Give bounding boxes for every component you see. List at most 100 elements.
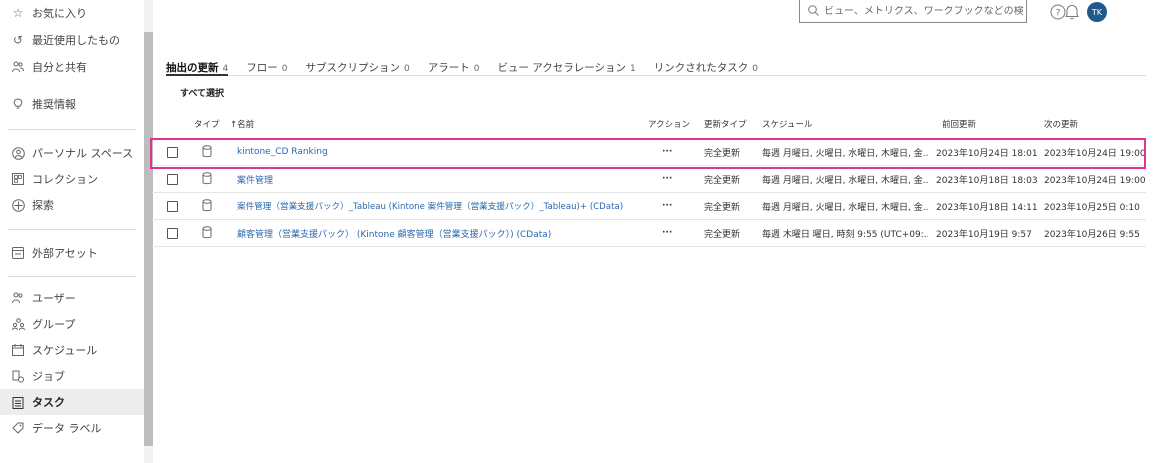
next-update: 2023年10月25日 0:10: [1044, 202, 1140, 213]
sidebar-item-recommendations[interactable]: 推奨情報: [0, 91, 144, 117]
schedule: 毎週 月曜日, 火曜日, 水曜日, 木曜日, 金...: [762, 202, 928, 213]
datasource-icon: [202, 226, 214, 240]
tab-label: 抽出の更新: [166, 62, 219, 74]
sidebar-item-groups[interactable]: グループ: [0, 311, 144, 337]
column-header-action: アクション: [648, 120, 691, 130]
column-header-last-update[interactable]: 前回更新: [942, 118, 976, 130]
tab-flows[interactable]: フロー 0: [246, 60, 287, 74]
sidebar-item-label: 自分と共有: [32, 61, 87, 74]
sidebar-item-recents[interactable]: ↺ 最近使用したもの: [0, 27, 144, 53]
sidebar-item-label: コレクション: [32, 173, 98, 186]
row-actions-menu[interactable]: ···: [662, 220, 682, 246]
row-actions-menu[interactable]: ···: [662, 193, 682, 219]
tab-subscriptions[interactable]: サブスクリプション 0: [305, 60, 409, 74]
schedule-icon: [11, 343, 25, 357]
highlight-annotation: [150, 138, 1146, 169]
explore-icon: [11, 198, 25, 212]
row-actions-menu[interactable]: ···: [662, 166, 682, 192]
schedule: 毎週 木曜日 曜日, 時刻 9:55 (UTC+09:...: [762, 229, 928, 240]
tab-label: アラート: [427, 62, 470, 74]
column-header-name[interactable]: ↑名前: [230, 118, 254, 130]
sidebar-item-schedules[interactable]: スケジュール: [0, 337, 144, 363]
search-input[interactable]: [824, 5, 1024, 17]
sidebar-item-label: データ ラベル: [32, 422, 102, 435]
tab-label: リンクされたタスク: [653, 62, 749, 74]
notification-bell-icon[interactable]: [1062, 2, 1082, 22]
tab-count: 1: [630, 64, 636, 74]
sidebar-item-explore[interactable]: 探索: [0, 192, 144, 218]
column-header-next-update[interactable]: 次の更新: [1044, 118, 1078, 130]
tabs-divider: [166, 75, 1146, 76]
tab-linked-tasks[interactable]: リンクされたタスク 0: [654, 60, 758, 74]
tab-count: 0: [281, 64, 288, 74]
personal-space-icon: [11, 146, 25, 160]
task-name-link[interactable]: 案件管理: [237, 166, 637, 192]
sidebar-item-label: タスク: [32, 396, 65, 409]
sidebar-item-jobs[interactable]: ジョブ: [0, 363, 144, 389]
column-header-schedule[interactable]: スケジュール: [762, 118, 812, 130]
collection-icon: [11, 172, 25, 186]
sidebar-divider: [8, 229, 136, 230]
table-row: 案件管理 ··· 完全更新 毎週 月曜日, 火曜日, 水曜日, 木曜日, 金..…: [152, 166, 1146, 193]
tab-alerts[interactable]: アラート 0: [428, 60, 480, 74]
task-name-link[interactable]: 顧客管理（営業支援パック） (Kintone 顧客管理（営業支援パック）) (C…: [237, 220, 657, 246]
update-type: 完全更新: [704, 175, 741, 186]
sidebar-item-label: ユーザー: [32, 292, 76, 305]
sidebar-divider: [8, 276, 136, 277]
sidebar-item-personal-space[interactable]: パーソナル スペース: [0, 140, 144, 166]
search-icon: [808, 5, 820, 17]
tab-extract-refresh[interactable]: 抽出の更新 4: [166, 60, 228, 74]
sidebar-item-external-assets[interactable]: 外部アセット: [0, 240, 144, 266]
table-row: 案件管理（営業支援パック）_Tableau (Kintone 案件管理（営業支援…: [152, 193, 1146, 220]
tab-count: 0: [752, 64, 759, 74]
sidebar-item-data-labels[interactable]: データ ラベル: [0, 415, 144, 441]
next-update: 2023年10月24日 19:00: [1044, 175, 1146, 186]
table-row: 顧客管理（営業支援パック） (Kintone 顧客管理（営業支援パック）) (C…: [152, 220, 1146, 247]
last-update: 2023年10月19日 9:57: [936, 229, 1032, 240]
sidebar-item-favorites[interactable]: ☆ お気に入り: [0, 0, 144, 26]
sidebar-item-label: お気に入り: [32, 7, 87, 20]
group-icon: [11, 317, 25, 331]
tab-label: フロー: [246, 62, 278, 74]
sidebar-item-label: グループ: [32, 318, 76, 331]
history-icon: ↺: [12, 33, 24, 47]
sidebar-item-label: 外部アセット: [32, 247, 98, 260]
tab-label: サブスクリプション: [305, 62, 400, 74]
schedule: 毎週 月曜日, 火曜日, 水曜日, 木曜日, 金...: [762, 175, 928, 186]
sidebar-item-shared-with-me[interactable]: 自分と共有: [0, 54, 144, 80]
last-update: 2023年10月18日 18:03: [936, 175, 1038, 186]
column-header-update-type[interactable]: 更新タイプ: [704, 118, 747, 130]
sidebar: ☆ お気に入り ↺ 最近使用したもの 自分と共有 推奨情報 パーソナル スペース…: [0, 0, 144, 463]
sidebar-item-tasks[interactable]: タスク: [0, 389, 144, 415]
sidebar-item-label: パーソナル スペース: [32, 147, 134, 160]
sidebar-item-label: スケジュール: [32, 344, 98, 357]
user-icon: [11, 291, 25, 305]
task-name-link[interactable]: 案件管理（営業支援パック）_Tableau (Kintone 案件管理（営業支援…: [237, 193, 657, 219]
sidebar-item-label: 最近使用したもの: [32, 34, 120, 47]
external-assets-icon: [11, 246, 25, 260]
search-box[interactable]: [799, 0, 1027, 23]
sidebar-divider: [8, 129, 136, 130]
last-update: 2023年10月18日 14:11: [936, 202, 1038, 213]
avatar[interactable]: TK: [1087, 2, 1107, 22]
row-checkbox[interactable]: [167, 174, 178, 185]
sidebar-item-collections[interactable]: コレクション: [0, 166, 144, 192]
update-type: 完全更新: [704, 202, 741, 213]
datasource-icon: [202, 199, 214, 213]
datasource-icon: [202, 172, 214, 186]
next-update: 2023年10月26日 9:55: [1044, 229, 1140, 240]
row-checkbox[interactable]: [167, 228, 178, 239]
shared-users-icon: [11, 60, 25, 74]
star-icon: ☆: [12, 6, 24, 20]
tab-view-acceleration[interactable]: ビュー アクセラレーション 1: [497, 60, 635, 74]
tab-count: 4: [222, 64, 229, 74]
select-all-button[interactable]: すべて選択: [180, 86, 224, 99]
active-tab-indicator: [166, 74, 228, 76]
sidebar-item-label: 探索: [32, 199, 54, 212]
sidebar-item-users[interactable]: ユーザー: [0, 285, 144, 311]
sidebar-item-label: ジョブ: [32, 370, 65, 383]
column-header-type[interactable]: タイプ: [194, 118, 220, 130]
tab-count: 0: [473, 64, 480, 74]
row-checkbox[interactable]: [167, 201, 178, 212]
job-icon: [11, 369, 25, 383]
